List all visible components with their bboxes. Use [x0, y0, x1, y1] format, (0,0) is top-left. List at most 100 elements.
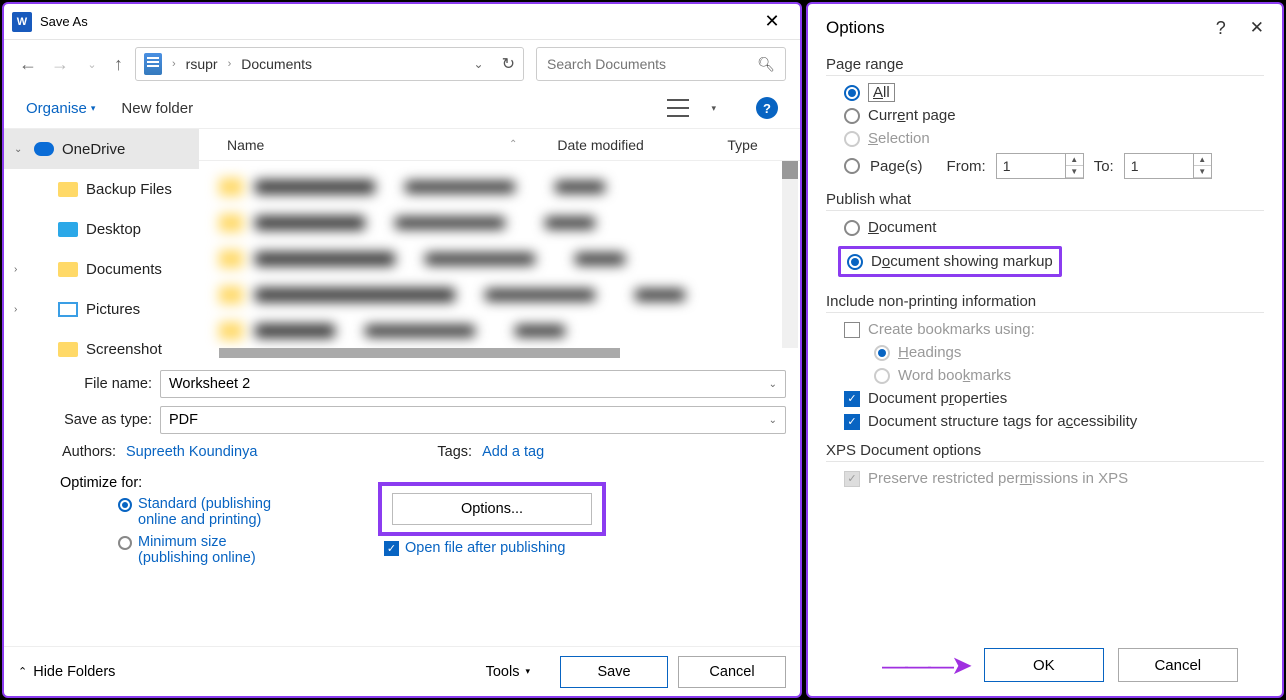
sort-icon[interactable]: ⌃	[509, 139, 517, 150]
save-form: File name: Worksheet 2⌄ Save as type: PD…	[4, 358, 800, 580]
chevron-right-icon[interactable]: ›	[172, 58, 176, 70]
close-icon[interactable]: ✕	[752, 11, 792, 32]
sidebar-item-desktop[interactable]: Desktop	[4, 209, 199, 249]
forward-icon[interactable]: →	[50, 54, 70, 75]
publish-document-radio[interactable]: Document	[844, 219, 1264, 236]
authors-label: Authors:	[62, 444, 116, 460]
range-all-radio[interactable]: All	[844, 84, 1264, 101]
checkbox-icon: ✓	[844, 414, 860, 430]
chevron-down-icon[interactable]: ⌄	[769, 415, 777, 426]
authors-link[interactable]: Supreeth Koundinya	[126, 444, 257, 460]
save-button[interactable]: Save	[560, 656, 668, 688]
path-dropdown-icon[interactable]: ⌄	[474, 57, 484, 71]
from-label: From:	[947, 158, 986, 175]
xps-preserve-checkbox: ✓Preserve restricted permissions in XPS	[844, 470, 1264, 487]
save-as-dialog: W Save As ✕ ← → ⌄ ↑ › rsupr › Documents …	[2, 2, 802, 698]
recent-dropdown-icon[interactable]: ⌄	[82, 58, 102, 71]
options-title: Options	[826, 18, 885, 38]
sidebar-item-label: Pictures	[86, 301, 140, 318]
from-spinner[interactable]: 1▲▼	[996, 153, 1084, 179]
sidebar-item-onedrive[interactable]: ⌄ OneDrive	[4, 129, 199, 169]
up-icon[interactable]: ↑	[114, 54, 123, 75]
folder-icon	[58, 262, 78, 277]
chevron-down-icon[interactable]: ⌄	[769, 379, 777, 390]
dialog-title: Save As	[40, 14, 88, 29]
radio-icon	[844, 220, 860, 236]
hide-folders-toggle[interactable]: ⌃Hide Folders	[18, 664, 115, 680]
options-title-bar: Options ? ✕	[808, 4, 1282, 52]
range-pages-radio[interactable]	[844, 158, 860, 174]
filename-input[interactable]: Worksheet 2⌄	[160, 370, 786, 398]
ok-button[interactable]: OK	[984, 648, 1104, 682]
pages-label: Page(s)	[870, 158, 923, 175]
options-cancel-button[interactable]: Cancel	[1118, 648, 1238, 682]
chevron-right-icon[interactable]: ›	[228, 58, 232, 70]
view-options-icon[interactable]	[667, 99, 689, 117]
to-label: To:	[1094, 158, 1114, 175]
radio-icon	[118, 536, 132, 550]
checkbox-icon: ✓	[384, 541, 399, 556]
organise-menu[interactable]: Organise▾	[26, 100, 95, 117]
radio-icon	[844, 131, 860, 147]
help-icon[interactable]: ?	[1216, 18, 1226, 39]
radio-icon	[844, 108, 860, 124]
open-after-checkbox[interactable]: ✓ Open file after publishing	[384, 540, 786, 556]
options-button[interactable]: Options...	[392, 493, 592, 525]
sidebar-item-label: OneDrive	[62, 141, 125, 158]
to-spinner[interactable]: 1▲▼	[1124, 153, 1212, 179]
sidebar-item-documents[interactable]: ›Documents	[4, 249, 199, 289]
search-input[interactable]	[547, 56, 757, 72]
help-icon[interactable]: ?	[756, 97, 778, 119]
radio-icon	[847, 254, 863, 270]
checkbox-icon: ✓	[844, 471, 860, 487]
radio-icon	[874, 345, 890, 361]
folder-tree: ⌄ OneDrive Backup Files Desktop ›Document…	[4, 129, 199, 358]
optimize-standard-radio[interactable]: Standard (publishingonline and printing)	[118, 496, 378, 528]
chevron-right-icon[interactable]: ›	[14, 304, 26, 315]
bottom-bar: ⌃Hide Folders Tools▾ Save Cancel	[4, 646, 800, 696]
chevron-up-icon: ⌃	[18, 665, 27, 678]
nav-bar: ← → ⌄ ↑ › rsupr › Documents ⌄ ↻ 🔍︎	[4, 40, 800, 88]
sidebar-item-backup[interactable]: Backup Files	[4, 169, 199, 209]
refresh-icon[interactable]: ↻	[502, 54, 515, 74]
range-current-radio[interactable]: Current page	[844, 107, 1264, 124]
address-bar[interactable]: › rsupr › Documents ⌄ ↻	[135, 47, 524, 81]
horizontal-scrollbar[interactable]	[219, 348, 620, 358]
header-type[interactable]: Type	[727, 137, 800, 153]
vertical-scrollbar[interactable]	[782, 161, 798, 348]
optimize-minimum-radio[interactable]: Minimum size(publishing online)	[118, 534, 378, 566]
chevron-down-icon[interactable]: ⌄	[14, 144, 26, 155]
search-icon[interactable]: 🔍︎	[757, 56, 775, 73]
new-folder-button[interactable]: New folder	[121, 100, 193, 117]
tools-menu[interactable]: Tools▾	[486, 664, 530, 680]
structure-tags-checkbox[interactable]: ✓Document structure tags for accessibili…	[844, 413, 1264, 430]
path-seg-2[interactable]: Documents	[241, 56, 312, 72]
xps-heading: XPS Document options	[826, 442, 1264, 462]
header-date[interactable]: Date modified	[557, 137, 727, 153]
desktop-icon	[58, 222, 78, 237]
header-name[interactable]: Name	[199, 137, 509, 153]
chevron-right-icon[interactable]: ›	[14, 264, 26, 275]
options-button-highlight: Options...	[378, 482, 606, 536]
publish-markup-radio[interactable]: Document showing markup	[871, 253, 1053, 270]
file-list: Name ⌃ Date modified Type	[199, 129, 800, 358]
doc-props-checkbox[interactable]: ✓Document properties	[844, 390, 1264, 407]
type-dropdown[interactable]: PDF⌄	[160, 406, 786, 434]
optimize-label: Optimize for:	[60, 475, 142, 491]
tags-link[interactable]: Add a tag	[482, 444, 544, 460]
sidebar-item-pictures[interactable]: › Pictures	[4, 289, 199, 329]
close-icon[interactable]: ✕	[1250, 18, 1264, 38]
cancel-button[interactable]: Cancel	[678, 656, 786, 688]
search-box[interactable]: 🔍︎	[536, 47, 786, 81]
publish-markup-highlight: Document showing markup	[838, 246, 1062, 277]
bookmarks-checkbox: Create bookmarks using:	[844, 321, 1264, 338]
type-label: Save as type:	[18, 412, 160, 428]
annotation-arrow-icon: ———➤	[882, 650, 970, 681]
view-dropdown-icon[interactable]: ▾	[711, 103, 716, 114]
folder-icon	[58, 342, 78, 357]
radio-icon	[118, 498, 132, 512]
range-selection-radio: Selection	[844, 130, 1264, 147]
sidebar-item-label: Screenshot	[86, 341, 162, 358]
back-icon[interactable]: ←	[18, 54, 38, 75]
path-seg-1[interactable]: rsupr	[186, 56, 218, 72]
